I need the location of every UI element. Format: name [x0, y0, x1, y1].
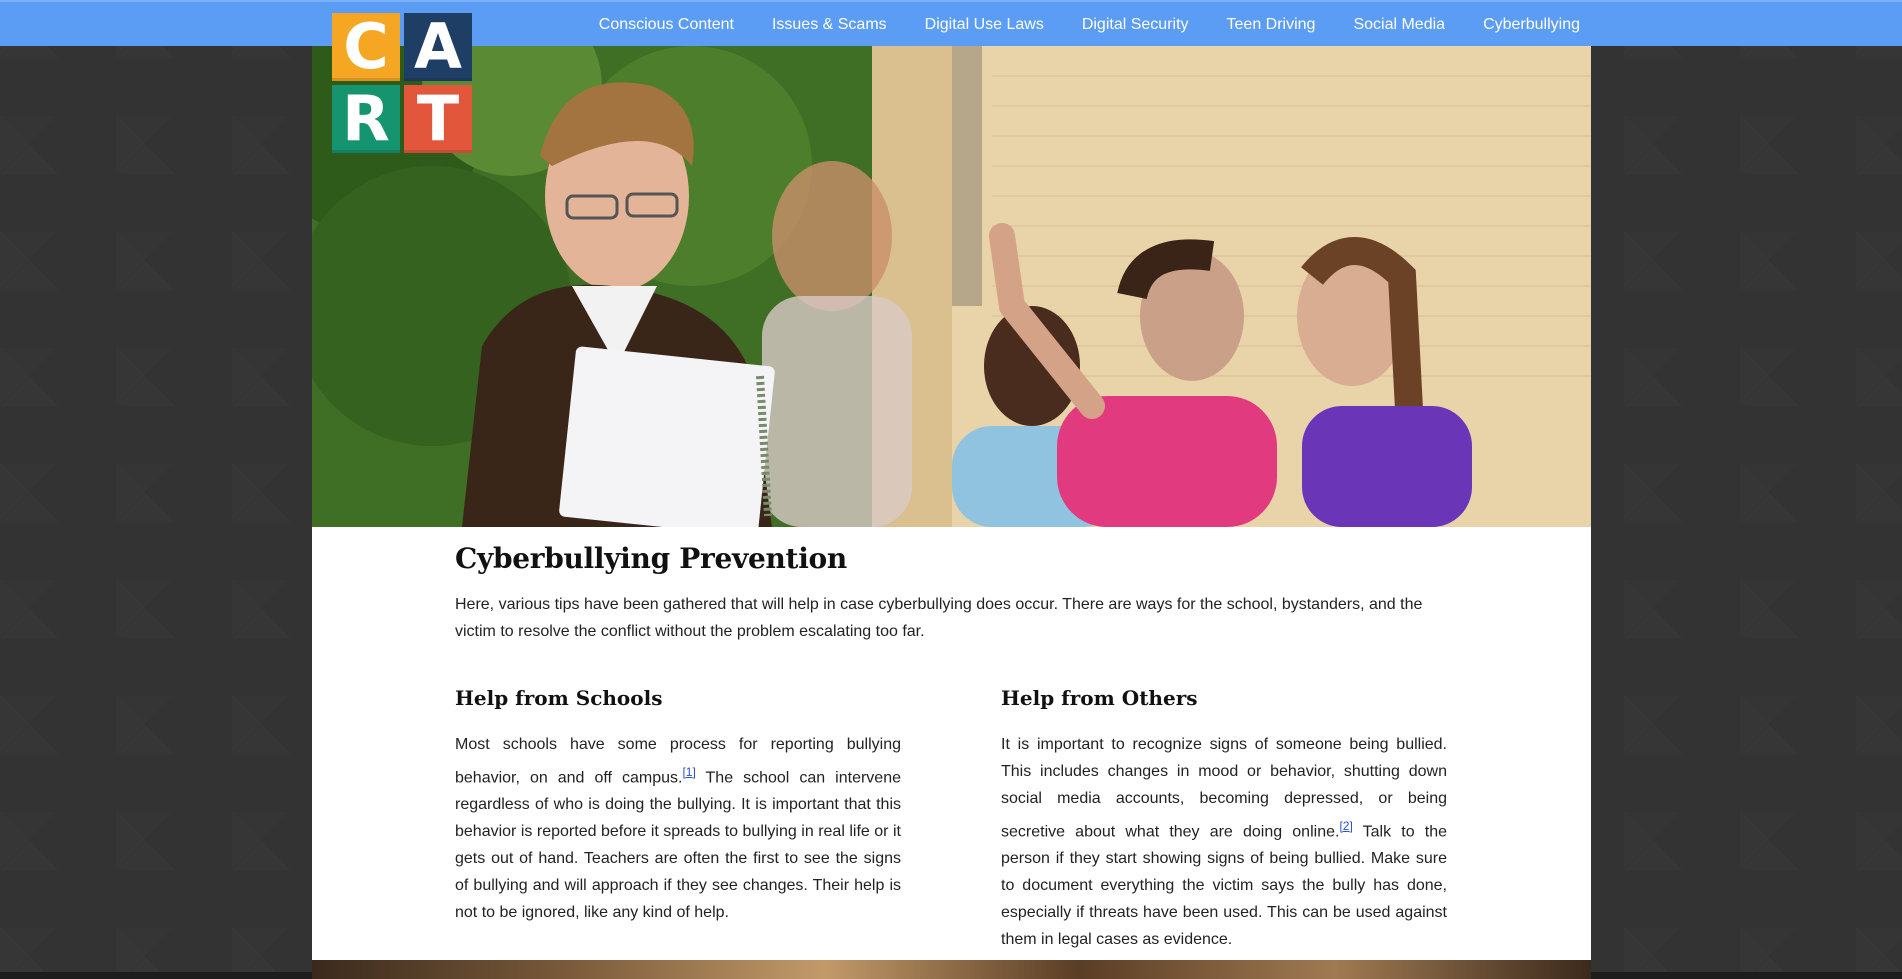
nav-social-media[interactable]: Social Media — [1334, 2, 1464, 48]
hero-illustration — [312, 46, 1591, 527]
main-nav: Conscious Content Issues & Scams Digital… — [580, 2, 1580, 48]
nav-cyberbullying[interactable]: Cyberbullying — [1464, 2, 1580, 48]
nav-conscious-content[interactable]: Conscious Content — [580, 2, 753, 48]
nav-teen-driving[interactable]: Teen Driving — [1208, 2, 1335, 48]
intro-paragraph: Here, various tips have been gathered th… — [455, 596, 1423, 640]
section-heading-others: Help from Others — [1001, 686, 1198, 710]
top-navigation-bar: Conscious Content Issues & Scams Digital… — [0, 0, 1902, 46]
sections-row: Help from Schools Most schools have some… — [455, 686, 1447, 953]
next-section-image-edge — [312, 960, 1591, 979]
section-text-schools-part2: The school can intervene regardless of w… — [455, 769, 901, 922]
page-container: Cyberbullying Prevention Here, various t… — [312, 46, 1591, 979]
footnote-1: [1] — [682, 764, 695, 779]
section-text-schools: Most schools have some process for repor… — [455, 731, 901, 926]
hero-image — [312, 46, 1591, 527]
logo-tile-c: C — [332, 13, 400, 81]
nav-digital-security[interactable]: Digital Security — [1063, 2, 1208, 48]
footnote-2: [2] — [1339, 818, 1352, 833]
section-text-others: It is important to recognize signs of so… — [1001, 731, 1447, 953]
footnote-link-2[interactable]: [2] — [1339, 819, 1352, 833]
nav-digital-use-laws[interactable]: Digital Use Laws — [906, 2, 1063, 48]
section-others: Help from Others It is important to reco… — [1001, 686, 1447, 953]
nav-issues-scams[interactable]: Issues & Scams — [753, 2, 906, 48]
cart-logo[interactable]: C A R T — [332, 13, 473, 154]
main-content: Cyberbullying Prevention Here, various t… — [455, 542, 1447, 948]
logo-tile-a: A — [404, 13, 472, 81]
section-schools: Help from Schools Most schools have some… — [455, 686, 901, 953]
section-heading-schools: Help from Schools — [455, 686, 663, 710]
page-title: Cyberbullying Prevention — [455, 542, 847, 575]
logo-tile-t: T — [404, 85, 472, 153]
footnote-link-1[interactable]: [1] — [682, 765, 695, 779]
section-text-others-part2: Talk to the person if they start showing… — [1001, 823, 1447, 949]
logo-tile-r: R — [332, 85, 400, 153]
